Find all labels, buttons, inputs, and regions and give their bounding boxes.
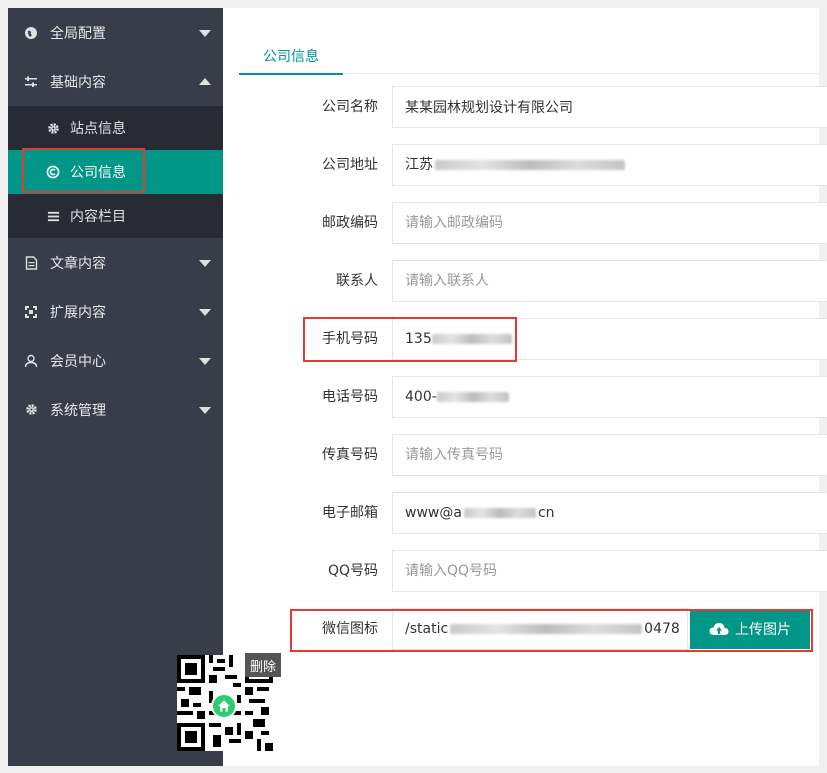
sidebar: 全局配置 基础内容 站点信息 公司信息 内容栏目 文章内容 扩展内容 会员中心 … <box>8 8 223 766</box>
phone-field[interactable]: 400- <box>392 376 827 418</box>
redacted-blur <box>435 160 625 170</box>
redacted-blur <box>436 392 509 402</box>
qq-field[interactable] <box>392 550 827 592</box>
phone-value: 400- <box>405 389 437 405</box>
document-icon <box>24 255 38 270</box>
qq-label: QQ号码 <box>327 563 378 579</box>
home-icon <box>211 693 237 719</box>
upload-image-label: 上传图片 <box>735 621 791 637</box>
sidebar-item-label: 公司信息 <box>70 165 126 181</box>
postcode-label: 邮政编码 <box>322 215 378 231</box>
sidebar-item-label: 站点信息 <box>70 121 126 137</box>
form-row-wechat: 微信图标 /static 0478 上传图片 <box>223 608 819 650</box>
cloud-upload-icon <box>709 622 729 636</box>
wechat-icon-label: 微信图标 <box>322 621 378 637</box>
chevron-down-icon <box>199 308 211 316</box>
tab-company-info[interactable]: 公司信息 <box>239 38 343 75</box>
sidebar-item-site-info[interactable]: 站点信息 <box>8 106 223 150</box>
globe-icon <box>24 26 38 40</box>
gear-icon <box>24 403 38 417</box>
postcode-field[interactable] <box>392 202 827 244</box>
email-field[interactable]: www@a cn <box>392 492 827 534</box>
upload-image-button[interactable]: 上传图片 <box>690 609 810 649</box>
form-row-postcode: 邮政编码 <box>223 202 827 244</box>
mobile-field[interactable]: 135 <box>392 318 827 360</box>
phone-label: 电话号码 <box>322 389 378 405</box>
chevron-down-icon <box>199 406 211 414</box>
mobile-value: 135 <box>405 331 432 347</box>
sidebar-item-label: 内容栏目 <box>70 209 126 225</box>
company-address-label: 公司地址 <box>322 157 378 173</box>
menu-icon <box>46 209 60 223</box>
gear-icon <box>46 121 60 135</box>
form-row-company-address: 公司地址 江苏 <box>223 144 827 186</box>
redacted-blur <box>450 624 643 634</box>
form-row-company-name: 公司名称 <box>223 86 827 128</box>
redacted-blur <box>463 508 536 518</box>
sidebar-item-global-config[interactable]: 全局配置 <box>8 8 223 57</box>
sidebar-item-extended-content[interactable]: 扩展内容 <box>8 287 223 336</box>
tab-bar: 公司信息 <box>239 38 819 75</box>
sidebar-item-system-management[interactable]: 系统管理 <box>8 385 223 434</box>
sidebar-item-article-content[interactable]: 文章内容 <box>8 238 223 287</box>
form-row-fax: 传真号码 <box>223 434 827 476</box>
sliders-icon <box>24 75 38 89</box>
wechat-icon-path-field[interactable]: /static 0478 <box>392 608 688 650</box>
form-row-qq: QQ号码 <box>223 550 827 592</box>
chevron-up-icon <box>199 77 211 85</box>
sidebar-item-member-center[interactable]: 会员中心 <box>8 336 223 385</box>
sidebar-item-label: 会员中心 <box>50 353 106 370</box>
form-row-phone: 电话号码 400- <box>223 376 827 418</box>
sidebar-item-label: 文章内容 <box>50 255 106 272</box>
company-address-field[interactable]: 江苏 <box>392 144 827 186</box>
user-icon <box>24 354 38 368</box>
sidebar-item-company-info[interactable]: 公司信息 <box>8 150 223 194</box>
email-label: 电子邮箱 <box>322 505 378 521</box>
fax-field[interactable] <box>392 434 827 476</box>
contact-label: 联系人 <box>336 273 378 289</box>
submenu-basic-content: 站点信息 公司信息 内容栏目 <box>8 106 223 238</box>
email-value-prefix: www@a <box>405 505 462 521</box>
copyright-icon <box>46 165 60 179</box>
sidebar-item-content-columns[interactable]: 内容栏目 <box>8 194 223 238</box>
chevron-down-icon <box>199 29 211 37</box>
fax-label: 传真号码 <box>322 447 378 463</box>
redacted-blur <box>431 334 512 344</box>
expand-icon <box>24 305 38 319</box>
sidebar-item-label: 基础内容 <box>50 74 106 91</box>
form-row-mobile: 手机号码 135 <box>223 318 827 360</box>
delete-image-button[interactable]: 删除 <box>245 653 281 677</box>
company-name-field[interactable] <box>392 86 827 128</box>
wechat-path-prefix: /static <box>405 621 449 637</box>
company-address-value: 江苏 <box>405 157 433 173</box>
chevron-down-icon <box>199 259 211 267</box>
sidebar-item-label: 扩展内容 <box>50 304 106 321</box>
sidebar-item-label: 系统管理 <box>50 402 106 419</box>
form-row-contact: 联系人 <box>223 260 827 302</box>
email-value-suffix: cn <box>537 505 555 521</box>
form-row-email: 电子邮箱 www@a cn <box>223 492 827 534</box>
sidebar-item-basic-content[interactable]: 基础内容 <box>8 57 223 106</box>
company-name-label: 公司名称 <box>322 99 378 115</box>
sidebar-item-label: 全局配置 <box>50 25 106 42</box>
chevron-down-icon <box>199 357 211 365</box>
main-panel: 公司信息 公司名称 公司地址 江苏 邮政编码 联系人 手机号码 135 电话号码… <box>223 8 827 766</box>
mobile-label: 手机号码 <box>322 331 378 347</box>
contact-field[interactable] <box>392 260 827 302</box>
wechat-path-suffix: 0478 <box>644 621 680 637</box>
